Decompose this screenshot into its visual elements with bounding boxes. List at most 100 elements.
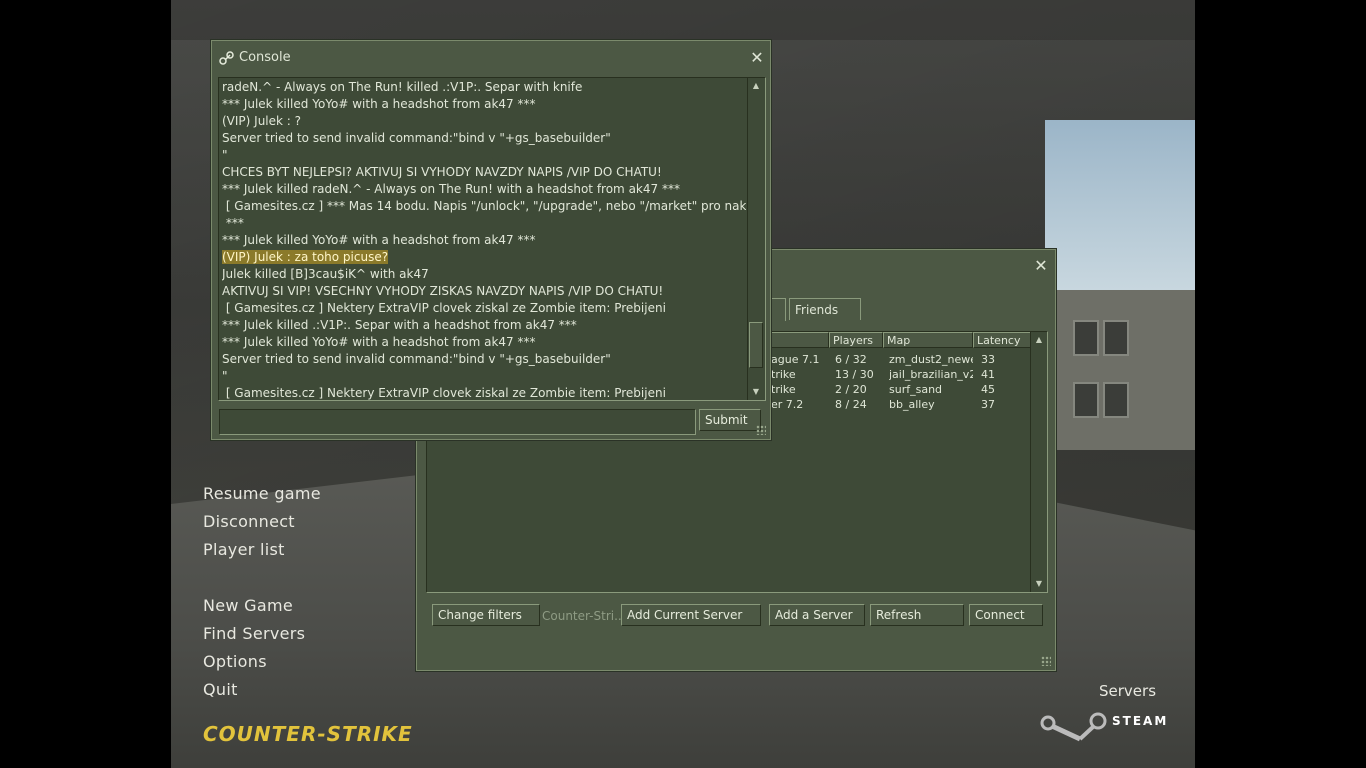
console-line: [ Gamesites.cz ] Nektery ExtraVIP clovek… bbox=[222, 385, 746, 400]
main-menu-top: Resume game Disconnect Player list bbox=[203, 480, 321, 564]
connect-button[interactable]: Connect bbox=[969, 604, 1043, 626]
scroll-up-icon[interactable]: ▲ bbox=[748, 79, 764, 93]
console-title: Console bbox=[239, 50, 291, 65]
console-line: (VIP) Julek : za toho picuse? bbox=[222, 249, 746, 266]
console-line-text: CHCES BYT NEJLEPSI? AKTIVUJ SI VYHODY NA… bbox=[222, 165, 662, 179]
console-line: [ Gamesites.cz ] *** Mas 14 bodu. Napis … bbox=[222, 198, 746, 215]
add-server-button[interactable]: Add a Server bbox=[769, 604, 865, 626]
column-header-name[interactable] bbox=[771, 332, 829, 348]
building-window bbox=[1103, 382, 1129, 418]
console-line-text: (VIP) Julek : za toho picuse? bbox=[222, 250, 389, 264]
building-wall bbox=[1045, 290, 1195, 450]
console-line-text: Julek killed [B]3cau$iK^ with ak47 bbox=[222, 267, 429, 281]
menu-player-list[interactable]: Player list bbox=[203, 536, 321, 564]
console-line-text: *** bbox=[222, 216, 244, 230]
console-line: " bbox=[222, 368, 746, 385]
console-line-text: [ Gamesites.cz ] Nektery ExtraVIP clovek… bbox=[222, 386, 666, 400]
refresh-button[interactable]: Refresh bbox=[870, 604, 964, 626]
column-header-latency[interactable]: Latency bbox=[973, 332, 1031, 348]
console-line: (VIP) Julek : ? bbox=[222, 113, 746, 130]
cell-players: 13 / 30 bbox=[835, 368, 874, 381]
console-line-text: Server tried to send invalid command:"bi… bbox=[222, 352, 611, 366]
building-window bbox=[1103, 320, 1129, 356]
menu-disconnect[interactable]: Disconnect bbox=[203, 508, 321, 536]
console-line: Server tried to send invalid command:"bi… bbox=[222, 130, 746, 147]
tab-friends[interactable]: Friends bbox=[789, 298, 861, 320]
cell-map: surf_sand bbox=[889, 383, 943, 396]
console-line-text: Server tried to send invalid command:"bi… bbox=[222, 131, 611, 145]
cell-name: trike bbox=[771, 368, 796, 381]
change-filters-button[interactable]: Change filters bbox=[432, 604, 540, 626]
console-line-text: [ Gamesites.cz ] *** Mas 14 bodu. Napis … bbox=[222, 199, 746, 213]
cell-latency: 33 bbox=[981, 353, 995, 366]
console-window: Console ✕ radeN.^ - Always on The Run! k… bbox=[211, 40, 771, 440]
console-line-text: *** Julek killed YoYo# with a headshot f… bbox=[222, 233, 536, 247]
servers-link[interactable]: Servers bbox=[1099, 682, 1156, 700]
sky bbox=[1045, 120, 1195, 290]
console-line: radeN.^ - Always on The Run! killed .:V1… bbox=[222, 79, 746, 96]
console-line-text: AKTIVUJ SI VIP! VSECHNY VYHODY ZISKAS NA… bbox=[222, 284, 664, 298]
building-window bbox=[1073, 320, 1099, 356]
menu-new-game[interactable]: New Game bbox=[203, 592, 305, 620]
console-scrollbar[interactable]: ▲ ▼ bbox=[747, 78, 765, 400]
column-header-map[interactable]: Map bbox=[883, 332, 973, 348]
cell-latency: 41 bbox=[981, 368, 995, 381]
server-list-scrollbar[interactable]: ▲ ▼ bbox=[1030, 332, 1047, 592]
main-menu-bottom: New Game Find Servers Options Quit bbox=[203, 592, 305, 704]
console-line: *** Julek killed radeN.^ - Always on The… bbox=[222, 181, 746, 198]
console-line: " bbox=[222, 147, 746, 164]
ceiling-beam bbox=[171, 0, 1195, 40]
scroll-down-icon[interactable]: ▼ bbox=[1031, 577, 1047, 591]
steam-icon bbox=[219, 51, 234, 65]
cell-players: 8 / 24 bbox=[835, 398, 867, 411]
building-window bbox=[1073, 382, 1099, 418]
console-line: *** Julek killed YoYo# with a headshot f… bbox=[222, 96, 746, 113]
cell-name: er 7.2 bbox=[771, 398, 804, 411]
filter-label: Counter-Stri... bbox=[542, 609, 626, 623]
console-line: AKTIVUJ SI VIP! VSECHNY VYHODY ZISKAS NA… bbox=[222, 283, 746, 300]
console-line-text: *** Julek killed YoYo# with a headshot f… bbox=[222, 335, 536, 349]
menu-find-servers[interactable]: Find Servers bbox=[203, 620, 305, 648]
cell-latency: 45 bbox=[981, 383, 995, 396]
counter-strike-logo: COUNTER-STRIKE bbox=[203, 722, 413, 746]
console-line-text: " bbox=[222, 369, 228, 383]
scroll-thumb[interactable] bbox=[749, 322, 763, 368]
close-icon[interactable]: ✕ bbox=[749, 50, 765, 66]
cell-latency: 37 bbox=[981, 398, 995, 411]
resize-grip-icon[interactable] bbox=[756, 425, 766, 435]
menu-options[interactable]: Options bbox=[203, 648, 305, 676]
steam-label: STEAM bbox=[1112, 714, 1169, 728]
console-line: Server tried to send invalid command:"bi… bbox=[222, 351, 746, 368]
console-line: CHCES BYT NEJLEPSI? AKTIVUJ SI VYHODY NA… bbox=[222, 164, 746, 181]
console-command-input[interactable] bbox=[219, 409, 696, 435]
console-line-text: [ Gamesites.cz ] Nektery ExtraVIP clovek… bbox=[222, 301, 666, 315]
cell-players: 2 / 20 bbox=[835, 383, 867, 396]
console-line: *** Julek killed YoYo# with a headshot f… bbox=[222, 232, 746, 249]
console-line: Julek killed [B]3cau$iK^ with ak47 bbox=[222, 266, 746, 283]
console-line-text: radeN.^ - Always on The Run! killed .:V1… bbox=[222, 80, 583, 94]
console-line: [ Gamesites.cz ] Nektery ExtraVIP clovek… bbox=[222, 300, 746, 317]
cell-name: ague 7.1 bbox=[771, 353, 820, 366]
scroll-down-icon[interactable]: ▼ bbox=[748, 385, 764, 399]
submit-button[interactable]: Submit bbox=[699, 409, 761, 431]
close-icon[interactable]: ✕ bbox=[1033, 258, 1049, 274]
scroll-up-icon[interactable]: ▲ bbox=[1031, 333, 1047, 347]
cell-map: jail_brazilian_v2 bbox=[889, 368, 973, 381]
console-line: *** bbox=[222, 215, 746, 232]
add-current-server-button[interactable]: Add Current Server bbox=[621, 604, 761, 626]
console-line: *** Julek killed .:V1P:. Separ with a he… bbox=[222, 317, 746, 334]
console-line: *** Julek killed YoYo# with a headshot f… bbox=[222, 334, 746, 351]
cell-map: zm_dust2_newe... bbox=[889, 353, 973, 366]
menu-resume-game[interactable]: Resume game bbox=[203, 480, 321, 508]
console-line-text: *** Julek killed YoYo# with a headshot f… bbox=[222, 97, 536, 111]
cell-name: trike bbox=[771, 383, 796, 396]
menu-quit[interactable]: Quit bbox=[203, 676, 305, 704]
column-header-players[interactable]: Players bbox=[829, 332, 883, 348]
resize-grip-icon[interactable] bbox=[1041, 656, 1051, 666]
console-line-text: *** Julek killed radeN.^ - Always on The… bbox=[222, 182, 680, 196]
console-line-text: " bbox=[222, 148, 228, 162]
console-line-text: *** Julek killed .:V1P:. Separ with a he… bbox=[222, 318, 577, 332]
console-log: radeN.^ - Always on The Run! killed .:V1… bbox=[218, 77, 766, 401]
cell-players: 6 / 32 bbox=[835, 353, 867, 366]
console-line-text: (VIP) Julek : ? bbox=[222, 114, 302, 128]
